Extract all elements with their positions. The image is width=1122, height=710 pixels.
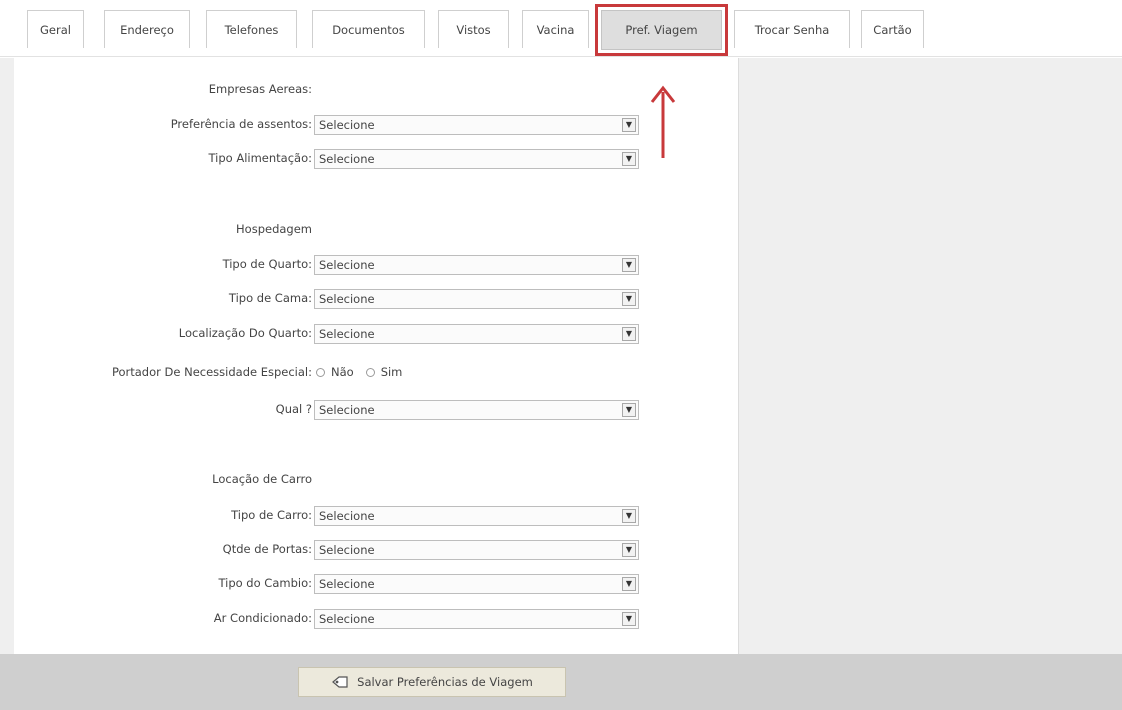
- dropdown-arrow-icon: ▼: [622, 152, 636, 166]
- car-type-select[interactable]: Selecione ▼: [314, 506, 639, 526]
- tab-bar: Geral Endereço Telefones Documentos Vist…: [0, 0, 1122, 58]
- which-need-select[interactable]: Selecione ▼: [314, 400, 639, 420]
- tab-documentos[interactable]: Documentos: [312, 10, 425, 48]
- special-needs-yes-label: Sim: [380, 365, 403, 379]
- special-needs-radio-group: Não Sim: [316, 365, 408, 379]
- special-needs-no-label: Não: [331, 365, 354, 379]
- tab-pref-viagem[interactable]: Pref. Viagem: [595, 4, 728, 56]
- section-title-car-rental: Locação de Carro: [212, 472, 312, 486]
- door-count-row: Qtde de Portas: Selecione ▼: [14, 538, 739, 562]
- select-value: Selecione: [319, 292, 375, 306]
- door-count-select[interactable]: Selecione ▼: [314, 540, 639, 560]
- special-needs-row: Portador De Necessidade Especial: Não Si…: [14, 361, 739, 385]
- seat-preference-select[interactable]: Selecione ▼: [314, 115, 639, 135]
- annotation-arrow-icon: [650, 85, 676, 158]
- car-type-label: Tipo de Carro:: [231, 508, 312, 522]
- gearbox-type-row: Tipo do Cambio: Selecione ▼: [14, 572, 739, 596]
- tab-vacina[interactable]: Vacina: [522, 10, 589, 48]
- room-type-row: Tipo de Quarto: Selecione ▼: [14, 253, 739, 277]
- gearbox-type-label: Tipo do Cambio:: [218, 576, 312, 590]
- tab-telefones[interactable]: Telefones: [206, 10, 297, 48]
- air-conditioning-select[interactable]: Selecione ▼: [314, 609, 639, 629]
- bed-type-select[interactable]: Selecione ▼: [314, 289, 639, 309]
- room-type-label: Tipo de Quarto:: [222, 257, 312, 271]
- gearbox-type-select[interactable]: Selecione ▼: [314, 574, 639, 594]
- form-footer-bar: Salvar Preferências de Viagem: [0, 654, 1122, 710]
- tab-label: Vistos: [456, 22, 491, 37]
- dropdown-arrow-icon: ▼: [622, 118, 636, 132]
- dropdown-arrow-icon: ▼: [622, 292, 636, 306]
- room-location-select[interactable]: Selecione ▼: [314, 324, 639, 344]
- bed-type-row: Tipo de Cama: Selecione ▼: [14, 287, 739, 311]
- left-margin: [0, 58, 14, 654]
- select-value: Selecione: [319, 577, 375, 591]
- tab-label: Trocar Senha: [754, 22, 830, 37]
- air-conditioning-label: Ar Condicionado:: [213, 611, 312, 625]
- tab-endereco[interactable]: Endereço: [104, 10, 190, 48]
- travel-preferences-form: Empresas Aereas: Preferência de assentos…: [14, 58, 739, 654]
- tab-label: Geral: [40, 22, 71, 37]
- tab-vistos[interactable]: Vistos: [438, 10, 509, 48]
- dropdown-arrow-icon: ▼: [622, 327, 636, 341]
- special-needs-label: Portador De Necessidade Especial:: [111, 365, 312, 379]
- seat-preference-label: Preferência de assentos:: [170, 117, 312, 131]
- select-value: Selecione: [319, 612, 375, 626]
- meal-type-label: Tipo Alimentação:: [208, 151, 312, 165]
- dropdown-arrow-icon: ▼: [622, 577, 636, 591]
- bed-type-label: Tipo de Cama:: [228, 291, 312, 305]
- which-need-row: Qual ? Selecione ▼: [14, 398, 739, 422]
- section-title-airlines: Empresas Aereas:: [208, 82, 312, 96]
- select-value: Selecione: [319, 258, 375, 272]
- right-empty-area: [739, 58, 1122, 654]
- tab-geral[interactable]: Geral: [27, 10, 84, 48]
- dropdown-arrow-icon: ▼: [622, 403, 636, 417]
- seat-preference-row: Preferência de assentos: Selecione ▼: [14, 113, 739, 137]
- tab-label: Pref. Viagem: [601, 10, 722, 50]
- select-value: Selecione: [319, 403, 375, 417]
- select-value: Selecione: [319, 543, 375, 557]
- tab-label: Cartão: [873, 22, 912, 37]
- meal-type-select[interactable]: Selecione ▼: [314, 149, 639, 169]
- tab-divider: [0, 56, 1122, 57]
- tab-cartao[interactable]: Cartão: [861, 10, 924, 48]
- room-type-select[interactable]: Selecione ▼: [314, 255, 639, 275]
- airlines-section-header: Empresas Aereas:: [14, 78, 739, 102]
- special-needs-no-radio[interactable]: [316, 367, 325, 377]
- door-count-label: Qtde de Portas:: [222, 542, 312, 556]
- meal-type-row: Tipo Alimentação: Selecione ▼: [14, 147, 739, 171]
- room-location-row: Localização Do Quarto: Selecione ▼: [14, 322, 739, 346]
- tab-label: Documentos: [332, 22, 405, 37]
- dropdown-arrow-icon: ▼: [622, 509, 636, 523]
- air-conditioning-row: Ar Condicionado: Selecione ▼: [14, 607, 739, 631]
- tab-trocar-senha[interactable]: Trocar Senha: [734, 10, 850, 48]
- section-title-lodging: Hospedagem: [236, 222, 312, 236]
- car-rental-section-header: Locação de Carro: [14, 468, 739, 492]
- select-value: Selecione: [319, 118, 375, 132]
- car-type-row: Tipo de Carro: Selecione ▼: [14, 504, 739, 528]
- tab-label: Vacina: [536, 22, 575, 37]
- save-tag-icon: [332, 676, 348, 688]
- select-value: Selecione: [319, 152, 375, 166]
- dropdown-arrow-icon: ▼: [622, 543, 636, 557]
- save-travel-preferences-button[interactable]: Salvar Preferências de Viagem: [298, 667, 566, 697]
- lodging-section-header: Hospedagem: [14, 218, 739, 242]
- dropdown-arrow-icon: ▼: [622, 612, 636, 626]
- tab-label: Endereço: [120, 22, 174, 37]
- room-location-label: Localização Do Quarto:: [178, 326, 312, 340]
- which-need-label: Qual ?: [275, 402, 312, 416]
- select-value: Selecione: [319, 327, 375, 341]
- special-needs-yes-radio[interactable]: [365, 367, 375, 377]
- save-button-label: Salvar Preferências de Viagem: [357, 675, 533, 689]
- tab-label: Telefones: [224, 22, 279, 37]
- select-value: Selecione: [319, 509, 375, 523]
- dropdown-arrow-icon: ▼: [622, 258, 636, 272]
